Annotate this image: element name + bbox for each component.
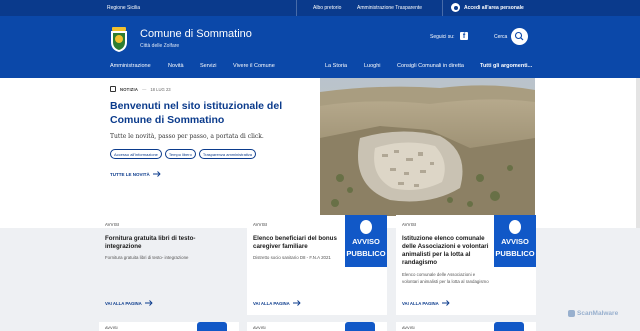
news-kind: NOTIZIA: [120, 86, 139, 92]
avviso-badge-peek: [197, 322, 227, 331]
albo-pretorio-link[interactable]: Albo pretorio: [313, 5, 341, 11]
nav-vivere-il-comune[interactable]: Vivere il Comune: [233, 63, 275, 69]
social-label: Seguici su:: [430, 34, 455, 40]
divider: [296, 0, 297, 16]
arrow-right-icon: [292, 300, 301, 306]
search-icon: [514, 31, 524, 41]
badge-line-1: AVVISO: [501, 237, 529, 246]
card-kind: AVVISI: [105, 325, 118, 330]
card-title[interactable]: Fornitura gratuita libri di testo-integr…: [105, 235, 225, 251]
news-card[interactable]: AVVISI Istituzione elenco comunale delle…: [396, 215, 536, 315]
card-more-link[interactable]: VAI ALLA PAGINA: [402, 300, 450, 306]
nav-consigli-comunali[interactable]: Consigli Comunali in diretta: [397, 63, 464, 69]
watermark-label: ScanMalware: [577, 310, 619, 317]
divider: [442, 0, 443, 16]
nav-amministrazione[interactable]: Amministrazione: [110, 63, 151, 69]
card-more-label: VAI ALLA PAGINA: [402, 300, 439, 306]
all-news-link[interactable]: TUTTE LE NOVITÀ: [110, 171, 161, 177]
card-more-label: VAI ALLA PAGINA: [253, 300, 290, 306]
site-subtitle: Città delle Zolfare: [140, 43, 180, 49]
amministrazione-trasparente-link[interactable]: Amministrazione Trasparente: [357, 5, 422, 11]
nav-la-storia[interactable]: La Storia: [325, 63, 347, 69]
user-icon: [451, 3, 460, 12]
news-card-peek[interactable]: AVVISI: [99, 322, 239, 331]
tag-trasparenza[interactable]: Trasparenza amministrativa: [198, 149, 257, 159]
card-more-link[interactable]: VAI ALLA PAGINA: [105, 300, 153, 306]
news-meta: NOTIZIA — 18 LUG 23: [110, 86, 310, 92]
nav-novita[interactable]: Novità: [168, 63, 184, 69]
arrow-right-icon: [144, 300, 153, 306]
arrow-right-icon: [441, 300, 450, 306]
badge-line-2: PUBBLICO: [495, 249, 535, 258]
card-kind: AVVISI: [402, 325, 415, 330]
search-button[interactable]: [511, 28, 528, 45]
card-more-link[interactable]: VAI ALLA PAGINA: [253, 300, 301, 306]
hero-title[interactable]: Benvenuti nel sito istituzionale del Com…: [110, 99, 310, 127]
news-card-peek[interactable]: AVVISI: [396, 322, 536, 331]
badge-line-2: PUBBLICO: [346, 249, 386, 258]
meta-separator: —: [142, 86, 147, 92]
card-description: Distretto socio sanitario D8 - F.N.A 202…: [253, 255, 331, 260]
arrow-right-icon: [152, 171, 161, 177]
nav-luoghi[interactable]: Luoghi: [364, 63, 381, 69]
badge-line-1: AVVISO: [352, 237, 380, 246]
card-description: Elenco comunale delle Associazioni e vol…: [402, 272, 489, 284]
hero-description: Tutte le novità, passo per passo, a port…: [110, 133, 264, 140]
news-card-peek[interactable]: AVVISI: [247, 322, 387, 331]
tag-list: Accesso all'informazione Tempo libero Tr…: [110, 149, 310, 159]
card-description: Fornitura gratuita libri di testo- integ…: [105, 255, 189, 260]
crest-icon: [360, 220, 372, 234]
tag-tempo-libero[interactable]: Tempo libero: [164, 149, 196, 159]
avviso-pubblico-badge: AVVISO PUBBLICO: [345, 215, 387, 267]
news-card[interactable]: AVVISI Fornitura gratuita libri di testo…: [99, 215, 239, 315]
search-label: Cerca: [494, 34, 508, 40]
card-kind: AVVISI: [253, 222, 268, 227]
all-news-label: TUTTE LE NOVITÀ: [110, 171, 150, 177]
crest-icon: [509, 220, 521, 234]
news-card[interactable]: AVVISI Elenco beneficiari del bonus care…: [247, 215, 387, 315]
region-link[interactable]: Regione Sicilia: [107, 5, 140, 11]
watermark: ScanMalware: [568, 310, 618, 317]
news-date: 18 LUG 23: [150, 86, 171, 92]
avviso-badge-peek: [345, 322, 375, 331]
shield-icon: [568, 310, 575, 317]
tag-accesso-informazione[interactable]: Accesso all'informazione: [110, 149, 162, 159]
site-title[interactable]: Comune di Sommatino: [140, 28, 252, 40]
hero-news: NOTIZIA — 18 LUG 23 Benvenuti nel sito i…: [110, 86, 310, 159]
slim-header: Regione Sicilia Albo pretorio Amministra…: [0, 0, 640, 16]
card-kind: AVVISI: [253, 325, 266, 330]
login-button[interactable]: Accedi all'area personale: [451, 3, 524, 12]
avviso-badge-peek: [494, 322, 524, 331]
main-navigation: Amministrazione Novità Servizi Vivere il…: [0, 58, 640, 78]
nav-all-topics[interactable]: Tutti gli argomenti...: [480, 63, 532, 69]
card-kind: AVVISI: [402, 222, 417, 227]
card-title[interactable]: Istituzione elenco comunale delle Associ…: [402, 235, 490, 267]
crest-logo-icon[interactable]: [108, 26, 130, 53]
hero-photo: [320, 78, 535, 216]
nav-servizi[interactable]: Servizi: [200, 63, 217, 69]
login-label: Accedi all'area personale: [464, 4, 524, 11]
avviso-pubblico-badge: AVVISO PUBBLICO: [494, 215, 536, 267]
card-title[interactable]: Elenco beneficiari del bonus caregiver f…: [253, 235, 341, 251]
card-more-label: VAI ALLA PAGINA: [105, 300, 142, 306]
calendar-icon: [110, 86, 116, 92]
card-kind: AVVISI: [105, 222, 120, 227]
facebook-icon[interactable]: f: [460, 32, 468, 40]
